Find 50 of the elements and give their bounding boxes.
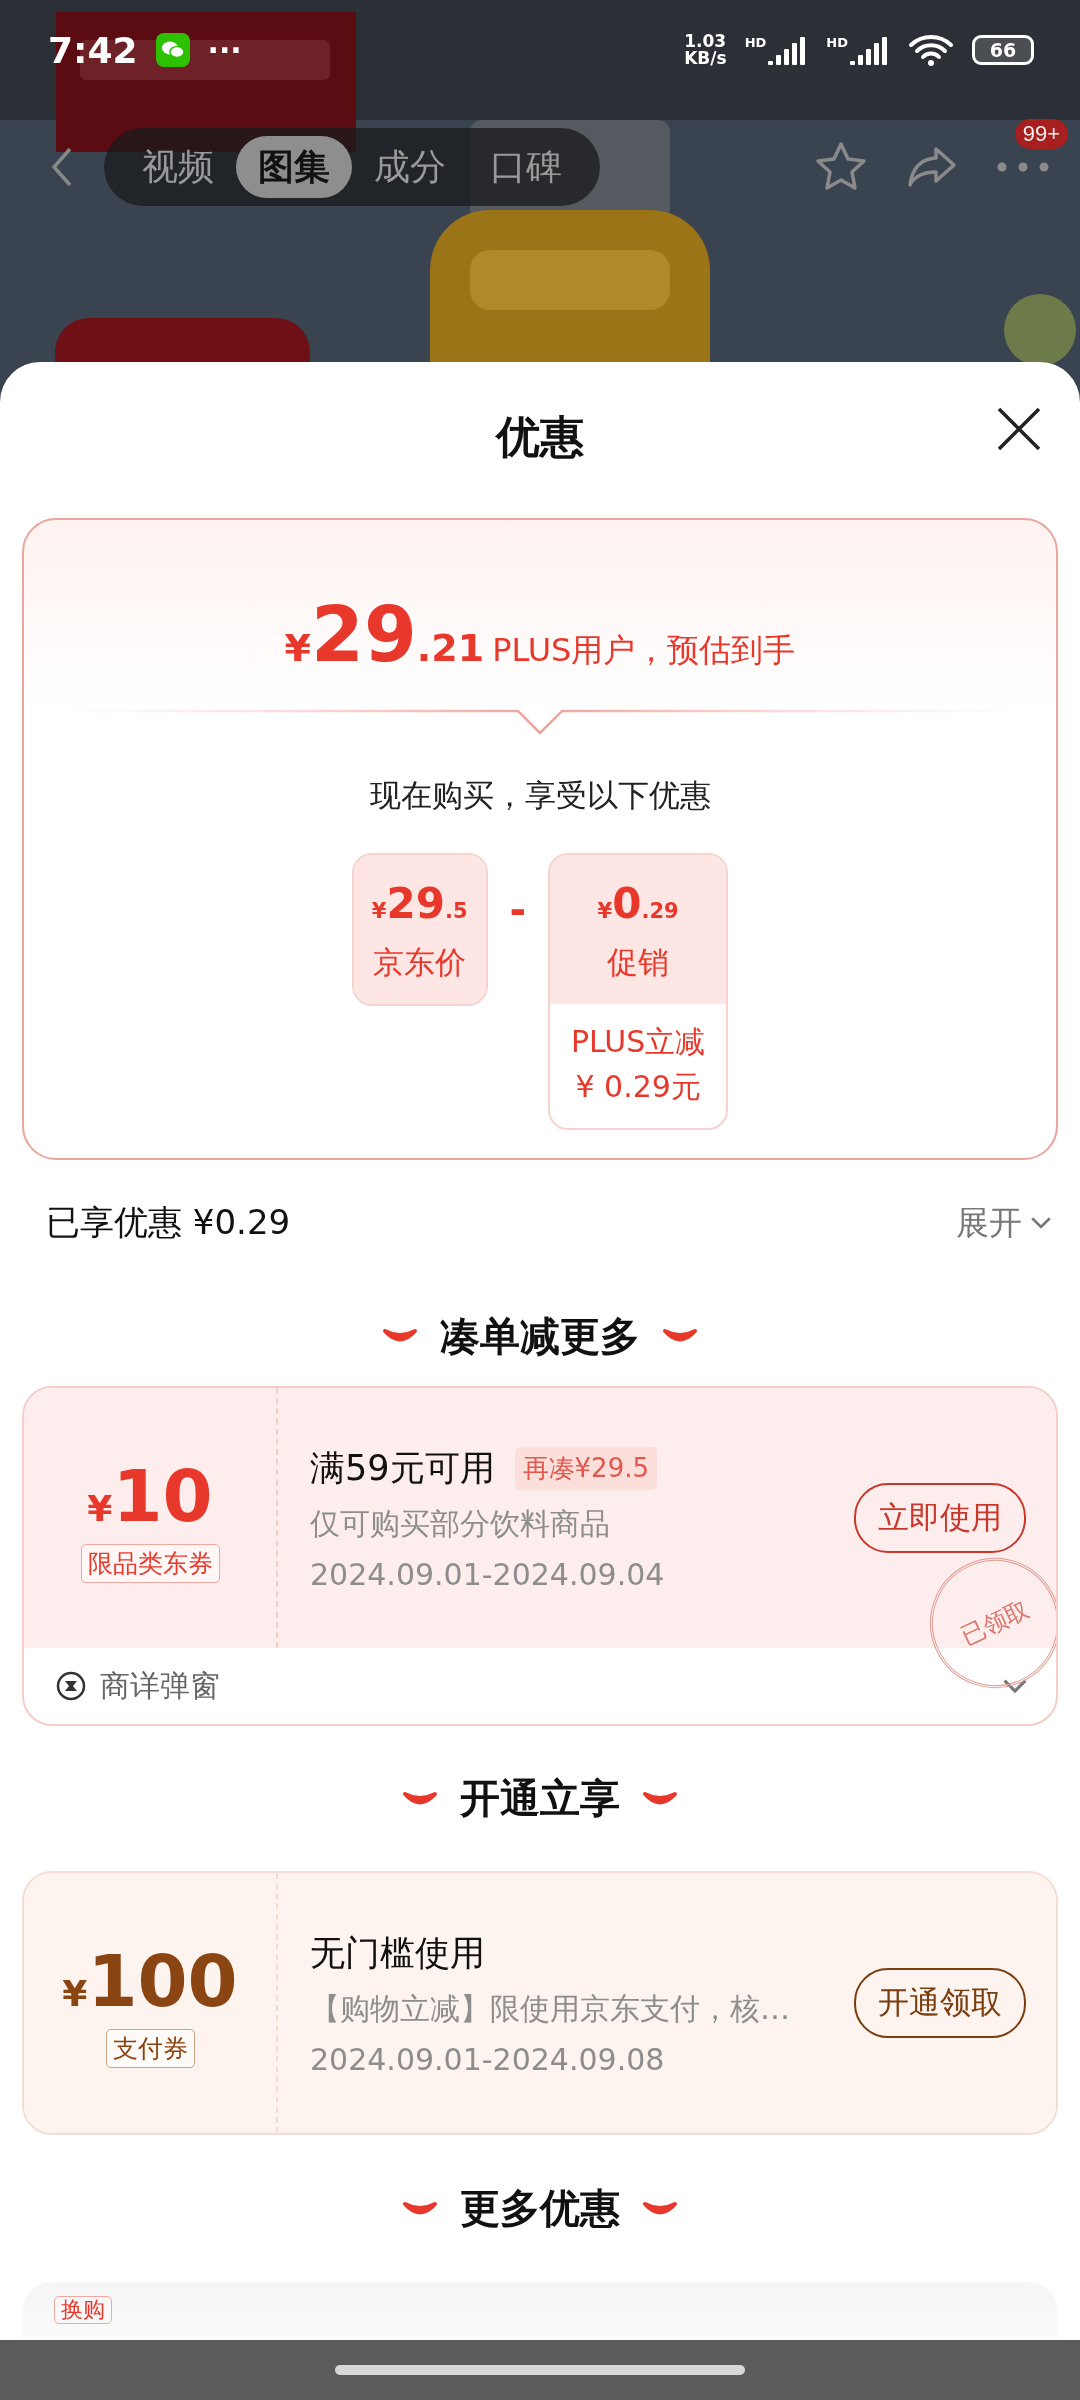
favorite-icon[interactable] xyxy=(814,141,868,193)
chat-app-icon xyxy=(155,33,190,67)
coupon-type-tag: 限品类东券 xyxy=(80,1543,220,1583)
coupon-dates: 2024.09.01-2024.09.04 xyxy=(310,1556,666,1592)
battery-level: 66 xyxy=(972,35,1034,65)
network-speed: 1.03 KB/s xyxy=(684,33,727,67)
back-icon[interactable] xyxy=(50,145,74,189)
status-time: 7:42 xyxy=(48,29,138,71)
nav-tab[interactable]: 成分 xyxy=(352,136,468,198)
nav-tab[interactable]: 视频 xyxy=(120,136,236,198)
expand-button[interactable]: 展开 xyxy=(956,1200,1052,1246)
coupon-description: 【购物立减】限使用京东支付，核… xyxy=(310,1989,791,2028)
coupon-button[interactable]: 开通领取 xyxy=(854,1968,1026,2038)
breakdown-amount: ¥29.5 xyxy=(371,879,468,928)
coupon-type-tag: 支付券 xyxy=(105,2028,195,2068)
section-heading: 凑单减更多 xyxy=(440,1311,640,1361)
coupon-footer-label: 商详弹窗 xyxy=(100,1666,221,1705)
network-type-label: HD xyxy=(744,35,767,50)
breakdown-label: 京东价 xyxy=(373,943,467,982)
coupon-description: 仅可购买部分饮料商品 xyxy=(310,1504,611,1543)
coupon-button[interactable]: 立即使用 xyxy=(854,1483,1026,1553)
summary-subtitle: 现在购买，享受以下优惠 xyxy=(369,776,711,815)
chevron-down-icon xyxy=(1002,1678,1028,1694)
coupon-dates: 2024.09.01-2024.09.08 xyxy=(310,2041,666,2077)
network-type-label: HD xyxy=(826,35,848,50)
section-heading: 开通立享 xyxy=(460,1774,620,1823)
remaining-amount-tag: 再凑¥29.5 xyxy=(514,1446,657,1490)
discount-detail: PLUS立减 xyxy=(571,1023,706,1061)
gesture-handle[interactable] xyxy=(335,2365,745,2375)
discount-detail: ¥ 0.29元 xyxy=(575,1068,701,1106)
section-heading: 更多优惠 xyxy=(460,2184,620,2233)
estimated-price: ¥29.21 PLUS用户，预估到手 xyxy=(284,590,796,679)
coupon-title: 满59元可用 xyxy=(310,1446,495,1490)
popup-icon xyxy=(56,1671,86,1701)
offer-tag: 换购 xyxy=(54,2296,112,2324)
wifi-icon xyxy=(908,33,954,67)
minus-sign: - xyxy=(509,887,527,933)
coupon-title: 无门槛使用 xyxy=(310,1931,485,1975)
enjoyed-discount: 已享优惠 ¥0.29 xyxy=(46,1201,292,1244)
breakdown-amount: ¥0.29 xyxy=(597,879,679,928)
coupon-amount: ¥100 xyxy=(62,1938,238,2023)
more-notifications: ··· xyxy=(207,32,242,68)
share-icon[interactable] xyxy=(906,145,958,189)
close-icon[interactable] xyxy=(996,406,1042,452)
nav-tab[interactable]: 图集 xyxy=(236,136,352,198)
signal-icon xyxy=(850,35,890,65)
sheet-title: 优惠 xyxy=(496,409,584,464)
breakdown-label: 促销 xyxy=(607,943,670,982)
chevron-down-icon xyxy=(1030,1216,1052,1230)
coupon-amount: ¥10 xyxy=(87,1453,213,1538)
